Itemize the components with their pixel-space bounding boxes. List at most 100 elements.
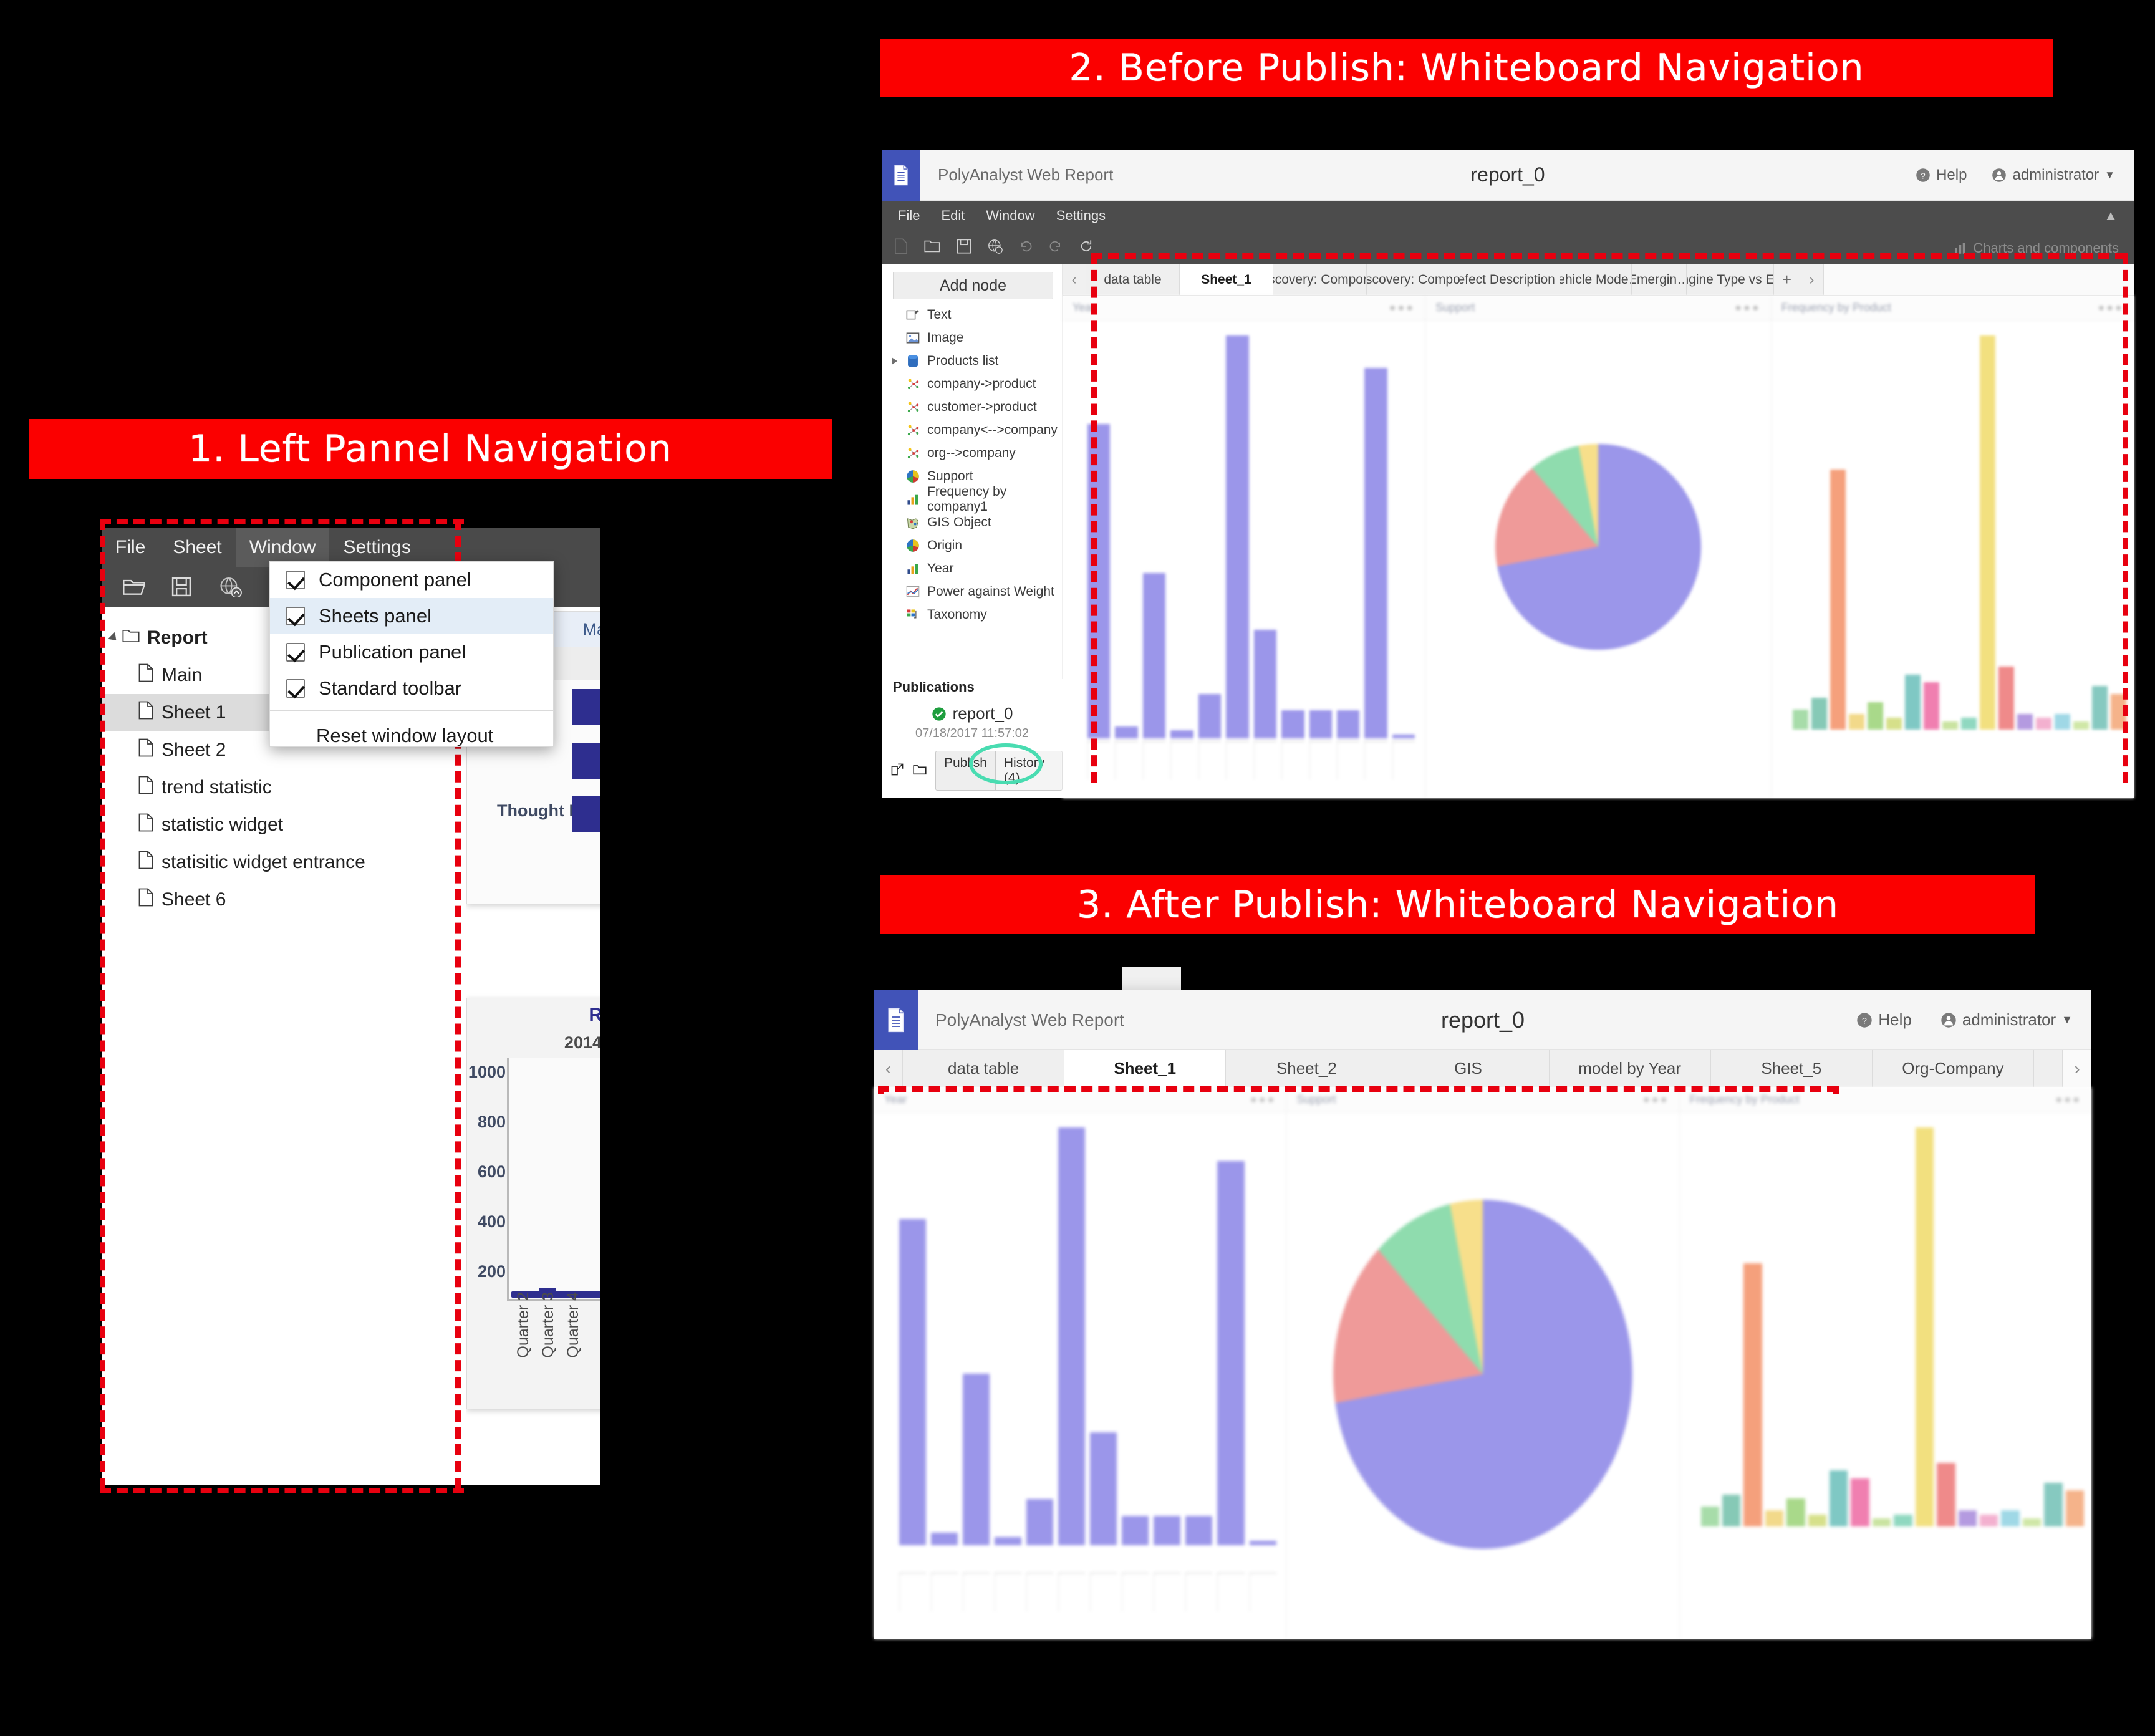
open-folder-icon[interactable]: [924, 239, 940, 257]
tab-scroll-left[interactable]: ‹: [1063, 264, 1086, 295]
tab-data-table[interactable]: data table: [1086, 264, 1180, 295]
widget-bar-chart-year[interactable]: Year ●●●: [1063, 296, 1426, 798]
node-item-power-against-weight[interactable]: Power against Weight: [882, 580, 1062, 603]
node-item-company-product[interactable]: company->product: [882, 372, 1062, 395]
add-node-button[interactable]: Add node: [893, 272, 1053, 299]
node-item-label: Image: [927, 330, 964, 345]
publication-row[interactable]: report_0: [882, 704, 1063, 723]
menu-window[interactable]: Window: [986, 208, 1034, 224]
publish-web-icon[interactable]: [988, 239, 1003, 257]
publish-web-icon[interactable]: [219, 576, 244, 598]
chevron-down-icon[interactable]: ▼: [2061, 1013, 2073, 1026]
tab-sheet-1[interactable]: Sheet_1: [1064, 1050, 1227, 1087]
menu-settings[interactable]: Settings: [1056, 208, 1106, 224]
menu-sheet[interactable]: Sheet: [159, 528, 235, 567]
widget-pie-chart-support[interactable]: Support ●●●: [1286, 1087, 1680, 1639]
tab-engine-type-vs-e[interactable]: Engine Type vs E…: [1687, 264, 1774, 295]
widget-menu-icon[interactable]: ●●●: [1735, 301, 1761, 314]
node-item-org-company[interactable]: org-->company: [882, 441, 1062, 465]
menu-item-sheets-panel[interactable]: Sheets panel: [270, 598, 553, 634]
bar: [899, 1219, 927, 1545]
tab-scroll-right[interactable]: ›: [1800, 264, 1824, 295]
widget-header: Frequency by Product ●●●: [1679, 1087, 2091, 1112]
tab-scroll-right[interactable]: ›: [2062, 1050, 2091, 1087]
node-item-frequency-by-company1[interactable]: Frequency by company1: [882, 485, 1062, 514]
tab-discovery-component-1[interactable]: Discovery: Compon…: [1273, 264, 1367, 295]
tab-sheet-5[interactable]: Sheet_5: [1710, 1050, 1873, 1087]
node-item-taxonomy[interactable]: Taxonomy: [882, 603, 1062, 626]
charts-and-components-button[interactable]: Charts and components: [1954, 240, 2119, 256]
tab-model-by-year[interactable]: model by Year: [1549, 1050, 1711, 1087]
node-item-image[interactable]: Image: [882, 326, 1062, 349]
user-menu[interactable]: administrator ▼: [1992, 166, 2115, 184]
widget-bar-chart-year[interactable]: Year ●●●: [874, 1087, 1287, 1639]
app-header: PolyAnalyst Web Report report_0 ? Help a…: [882, 149, 2134, 201]
widget-menu-icon[interactable]: ●●●: [1250, 1093, 1276, 1106]
menu-item-publication-panel[interactable]: Publication panel: [270, 634, 553, 670]
bar-chart-plot: [1087, 335, 1415, 738]
new-icon[interactable]: [894, 238, 908, 258]
tab-data-table[interactable]: data table: [903, 1050, 1065, 1087]
node-item-products-list[interactable]: Products list: [882, 349, 1062, 372]
tab-emerging[interactable]: Emergin…: [1632, 264, 1687, 295]
node-item-company-company[interactable]: company<-->company: [882, 418, 1062, 441]
folder-icon[interactable]: [913, 763, 927, 779]
add-tab-button[interactable]: +: [1774, 264, 1800, 295]
tab-sheet-2[interactable]: Sheet_2: [1226, 1050, 1388, 1087]
tab-defect-description[interactable]: Defect Description …: [1460, 264, 1560, 295]
menu-bar: File Edit Window Settings ▲: [882, 201, 2134, 231]
node-item-text[interactable]: Text: [882, 303, 1062, 326]
tab-discovery-component-2[interactable]: Discovery: Compo…: [1367, 264, 1460, 295]
node-item-gis-object[interactable]: GIS Object: [882, 511, 1062, 534]
redo-icon[interactable]: [1049, 239, 1063, 256]
chevron-down-icon[interactable]: ▼: [2104, 169, 2115, 181]
help-button[interactable]: ? Help: [1856, 1010, 1912, 1030]
chevron-down-icon[interactable]: [107, 632, 120, 644]
menu-file[interactable]: File: [102, 528, 159, 567]
refresh-icon[interactable]: [1079, 239, 1094, 257]
save-icon[interactable]: [957, 239, 971, 257]
widget-pie-chart-support[interactable]: Support ●●●: [1425, 296, 1772, 798]
plus-icon: +: [1781, 270, 1792, 289]
checkbox-checked-icon[interactable]: [286, 607, 305, 625]
tree-node-statistic-widget[interactable]: statistic widget: [102, 806, 448, 844]
menu-item-label: Standard toolbar: [319, 677, 462, 699]
tree-node-sheet-6[interactable]: Sheet 6: [102, 881, 448, 919]
widget-bar-chart-frequency[interactable]: Frequency by Product ●●●: [1771, 296, 2134, 798]
sheet-tab-strip: ‹ data table Sheet_1 Sheet_2 GIS model b…: [874, 1050, 2091, 1087]
menu-edit[interactable]: Edit: [941, 208, 965, 224]
tab-org-company[interactable]: Org-Company: [1872, 1050, 2034, 1087]
checkbox-checked-icon[interactable]: [286, 643, 305, 662]
user-menu[interactable]: administrator ▼: [1940, 1010, 2073, 1030]
tab-scroll-left[interactable]: ‹: [874, 1050, 903, 1087]
web-report-window-before-publish: PolyAnalyst Web Report report_0 ? Help a…: [882, 149, 2134, 798]
tree-node-trend-statistic[interactable]: trend statistic: [102, 769, 448, 806]
category-bar: [572, 689, 600, 725]
chevron-right-icon[interactable]: [892, 357, 897, 365]
tab-vehicle-model[interactable]: Vehicle Mode…: [1560, 264, 1632, 295]
tab-gis[interactable]: GIS: [1387, 1050, 1550, 1087]
menu-item-standard-toolbar[interactable]: Standard toolbar: [270, 670, 553, 706]
tree-node-statisitic-widget-entrance[interactable]: statisitic widget entrance: [102, 844, 448, 881]
widget-menu-icon[interactable]: ●●●: [2098, 301, 2124, 314]
undo-icon[interactable]: [1019, 239, 1033, 256]
highlight-dash-bottom: [100, 1488, 464, 1493]
node-item-origin[interactable]: Origin: [882, 534, 1062, 557]
widget-menu-icon[interactable]: ●●●: [1643, 1093, 1669, 1106]
help-button[interactable]: ? Help: [1916, 166, 1967, 184]
widget-menu-icon[interactable]: ●●●: [1389, 301, 1415, 314]
external-link-icon[interactable]: [890, 763, 904, 779]
open-folder-icon[interactable]: [122, 576, 147, 597]
menu-item-reset-window-layout[interactable]: Reset window layout: [270, 715, 553, 757]
checkbox-checked-icon[interactable]: [286, 571, 305, 589]
save-icon[interactable]: [170, 576, 195, 597]
menu-file[interactable]: File: [898, 208, 920, 224]
node-item-customer-product[interactable]: customer->product: [882, 395, 1062, 418]
chevron-up-icon[interactable]: ▲: [2104, 208, 2118, 224]
widget-bar-chart-frequency[interactable]: Frequency by Product ●●●: [1679, 1087, 2091, 1639]
checkbox-checked-icon[interactable]: [286, 679, 305, 698]
node-item-year[interactable]: Year: [882, 557, 1062, 580]
tab-sheet-1[interactable]: Sheet_1: [1180, 264, 1273, 295]
menu-item-component-panel[interactable]: Component panel: [270, 562, 553, 598]
widget-menu-icon[interactable]: ●●●: [2055, 1093, 2081, 1106]
